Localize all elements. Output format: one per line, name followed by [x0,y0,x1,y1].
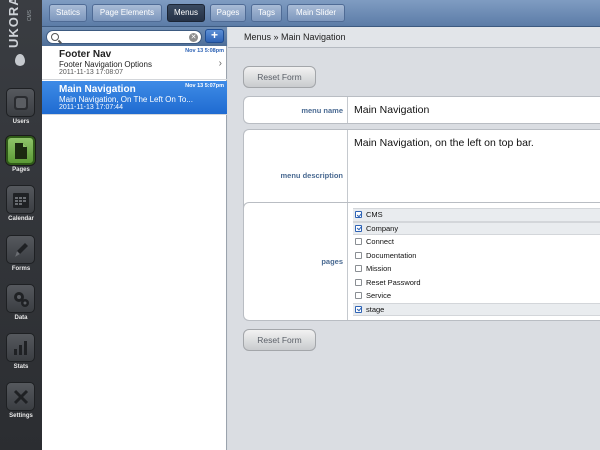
list-item-time: Nov 13 5:08pm [185,48,224,54]
add-menu-button[interactable]: + [205,29,224,43]
nav-settings-label: Settings [9,413,33,419]
checkbox-icon[interactable] [355,238,362,246]
app-logo: UKORA CMS [0,0,42,78]
breadcrumb: Menus » Main Navigation [228,27,600,48]
search-bar: ✕ + [42,27,227,46]
tab-page-elements[interactable]: Page Elements [92,4,162,22]
search-input[interactable] [62,32,186,42]
pen-icon [14,242,28,257]
nav-calendar-label: Calendar [8,216,34,222]
search-box[interactable]: ✕ [46,30,202,44]
pages-row: pages CMS Company Connect Documentation … [243,202,600,321]
pages-label: pages [244,203,348,320]
nav-pages[interactable]: Pages [0,136,42,180]
nav-settings[interactable]: Settings [0,382,42,426]
checkbox-icon[interactable] [355,292,362,300]
page-option-documentation[interactable]: Documentation [353,249,600,263]
page-option-connect[interactable]: Connect [353,235,600,249]
list-item-date: 2011-11-13 17:07:44 [59,104,123,111]
nav-users[interactable]: Users [0,88,42,132]
reset-form-button-top[interactable]: Reset Form [243,66,316,88]
chevron-right-icon: › [218,58,222,69]
list-item[interactable]: Footer Nav Footer Navigation Options 201… [42,46,227,80]
page-option-service[interactable]: Service [353,289,600,303]
list-item-subtitle: Main Navigation, On The Left On To... [59,95,193,104]
tab-tags[interactable]: Tags [251,4,282,22]
checkbox-checked-icon[interactable] [355,224,362,232]
menu-description-field[interactable]: Main Navigation, on the left on top bar. [354,137,534,149]
nav-forms[interactable]: Forms [0,235,42,279]
top-tab-bar: Statics Page Elements Menus Pages Tags M… [42,0,600,27]
menu-name-label: menu name [244,97,348,123]
page-icon [14,142,27,159]
search-icon [51,33,59,41]
page-option-reset-password[interactable]: Reset Password [353,276,600,290]
checkbox-checked-icon[interactable] [355,211,362,219]
nav-calendar[interactable]: Calendar [0,185,42,229]
list-item-time: Nov 13 5:07pm [185,83,224,89]
logo-text: UKORA [6,0,21,48]
calendar-icon [12,192,29,208]
pages-checklist: CMS Company Connect Documentation Missio… [353,208,600,316]
tab-statics[interactable]: Statics [49,4,87,22]
checkbox-icon[interactable] [355,251,362,259]
menu-list-panel: ✕ + Footer Nav Footer Navigation Options… [42,27,227,450]
nav-users-label: Users [12,119,30,125]
nav-stats[interactable]: Stats [0,333,42,377]
tab-pages[interactable]: Pages [210,4,246,22]
checkbox-checked-icon[interactable] [355,305,362,313]
list-item-selected[interactable]: Main Navigation Main Navigation, On The … [42,81,227,115]
clear-search-icon[interactable]: ✕ [189,33,198,42]
nav-pages-label: Pages [12,167,30,173]
tab-menus[interactable]: Menus [167,4,205,22]
detail-pane: Menus » Main Navigation Reset Form menu … [228,27,600,450]
tab-main-slider[interactable]: Main Slider [287,4,345,22]
nav-data[interactable]: Data [0,284,42,328]
checkbox-icon[interactable] [355,278,362,286]
wrench-screwdriver-icon [13,389,28,404]
bar-chart-icon [13,340,27,355]
logo-subtext: CMS [27,10,33,22]
logo-drop-icon [15,54,25,66]
menu-name-row: menu name Main Navigation [243,96,600,124]
nav-forms-label: Forms [11,266,31,272]
list-item-subtitle: Footer Navigation Options [59,60,152,69]
users-icon [13,95,28,110]
nav-data-label: Data [14,315,28,321]
checkbox-icon[interactable] [355,265,362,273]
icon-rail: UKORA CMS Users Pages Calendar Forms Dat… [0,0,42,450]
menu-name-field[interactable]: Main Navigation [354,104,429,116]
gears-icon [13,291,29,307]
list-item-date: 2011-11-13 17:08:07 [59,69,123,76]
page-option-mission[interactable]: Mission [353,262,600,276]
nav-stats-label: Stats [13,364,29,370]
page-option-stage[interactable]: stage [353,302,600,316]
reset-form-button-bottom[interactable]: Reset Form [243,329,316,351]
page-option-cms[interactable]: CMS [353,208,600,222]
page-option-company[interactable]: Company [353,221,600,235]
